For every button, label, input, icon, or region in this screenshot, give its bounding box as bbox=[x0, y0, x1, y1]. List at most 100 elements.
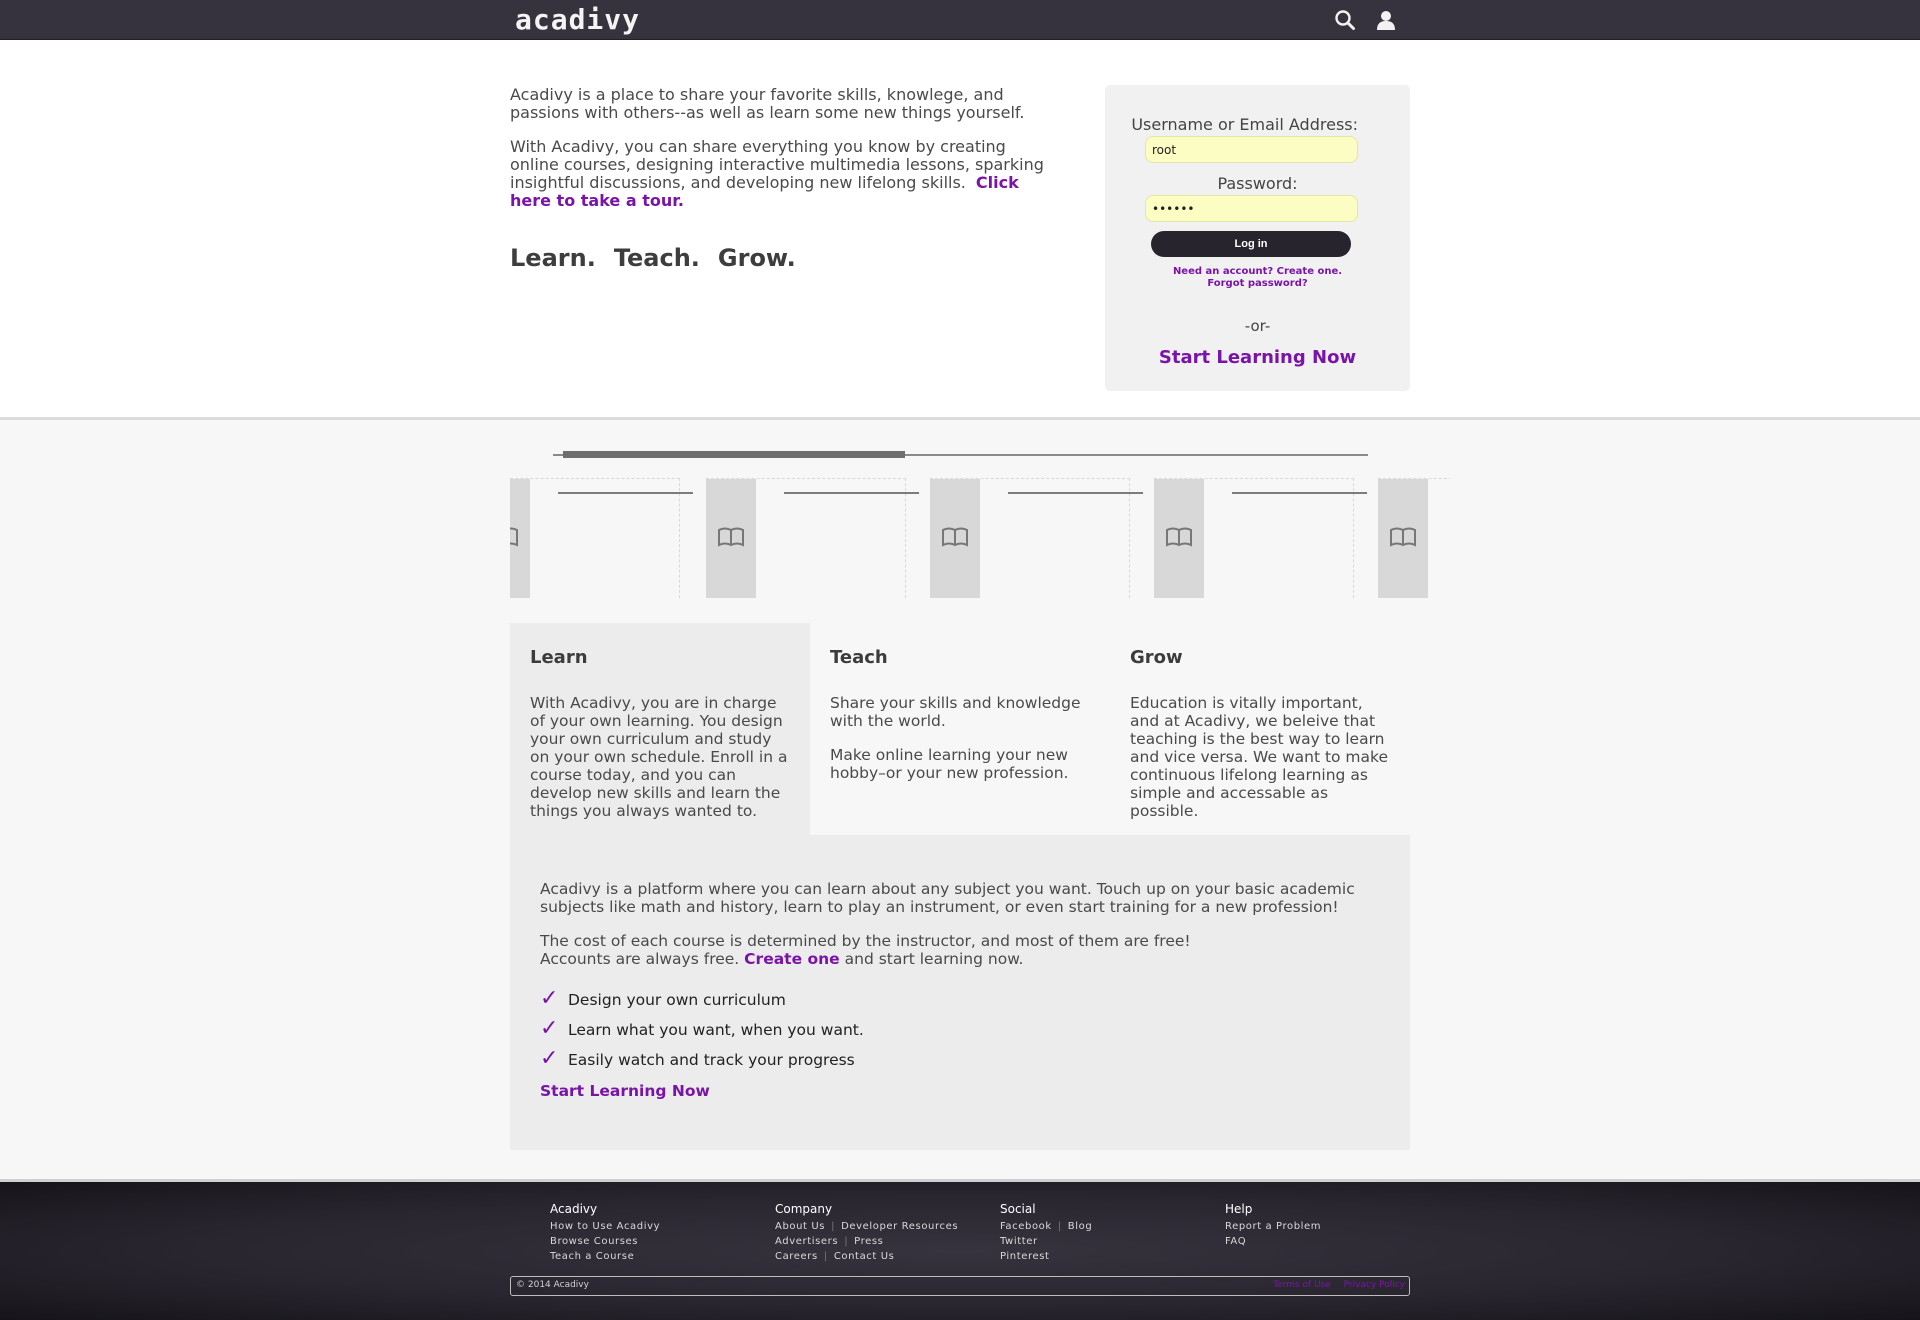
course-title-placeholder bbox=[558, 492, 693, 494]
start-learning-button[interactable]: Start Learning Now bbox=[1105, 347, 1410, 368]
footer-link-twitter[interactable]: Twitter bbox=[1000, 1236, 1038, 1247]
checkmark-icon: ✓ bbox=[540, 1016, 559, 1041]
list-item: ✓ Learn what you want, when you want. bbox=[540, 1014, 1380, 1044]
footer-separator: | bbox=[844, 1236, 849, 1247]
footer-column-company: Company About Us | Developer Resources Adv… bbox=[775, 1202, 958, 1264]
footer-heading: Acadivy bbox=[550, 1202, 598, 1216]
footer-heading: Company bbox=[775, 1202, 833, 1216]
benefit-text: Learn what you want, when you want. bbox=[568, 1021, 864, 1039]
login-panel: Username or Email Address: Password: Log… bbox=[1105, 85, 1410, 391]
course-thumbnail bbox=[1154, 479, 1204, 598]
platform-free-text: Accounts are always free. bbox=[540, 950, 740, 968]
login-button[interactable]: Log in bbox=[1151, 231, 1351, 257]
feature-grow-title: Grow bbox=[1130, 647, 1183, 668]
legal-links: Terms of Use Privacy Policy bbox=[1263, 1280, 1405, 1290]
course-card[interactable] bbox=[706, 478, 919, 598]
footer-link-advertisers[interactable]: Advertisers bbox=[775, 1236, 838, 1247]
search-icon[interactable] bbox=[1334, 9, 1356, 31]
footer-column-social: Social Facebook | Blog Twitter Pinterest bbox=[1000, 1202, 1092, 1264]
hero-section: Acadivy is a place to share your favorit… bbox=[0, 40, 1920, 420]
course-carousel bbox=[510, 478, 1450, 598]
feature-learn-title: Learn bbox=[530, 647, 588, 668]
book-icon bbox=[1389, 526, 1417, 552]
user-icon[interactable] bbox=[1375, 9, 1397, 31]
feature-teach: Teach Share your skills and knowledge wi… bbox=[810, 623, 1110, 835]
book-icon bbox=[510, 526, 519, 552]
privacy-policy-link[interactable]: Privacy Policy bbox=[1344, 1280, 1405, 1290]
course-title-placeholder bbox=[1008, 492, 1143, 494]
platform-start-text: and start learning now. bbox=[844, 950, 1024, 968]
benefit-text: Easily watch and track your progress bbox=[568, 1051, 855, 1069]
top-navbar: acadivy bbox=[0, 0, 1920, 40]
footer-separator: | bbox=[831, 1221, 836, 1232]
create-account-link[interactable]: Need an account? Create one. bbox=[1105, 266, 1410, 278]
footer-link-report-problem[interactable]: Report a Problem bbox=[1225, 1221, 1321, 1232]
footer-link-facebook[interactable]: Facebook bbox=[1000, 1221, 1052, 1232]
book-icon bbox=[1165, 526, 1193, 552]
intro-paragraph-2-text: With Acadivy, you can share everything y… bbox=[510, 137, 1044, 192]
footer-legal-bar: © 2014 Acadivy Terms of Use Privacy Poli… bbox=[510, 1276, 1410, 1296]
course-card[interactable] bbox=[1378, 478, 1450, 598]
feature-grow: Grow Education is vitally important, and… bbox=[1110, 623, 1410, 835]
intro-paragraph-1: Acadivy is a place to share your favorit… bbox=[510, 85, 1025, 122]
password-input[interactable] bbox=[1145, 195, 1358, 222]
platform-info: Acadivy is a platform where you can lear… bbox=[510, 835, 1410, 1150]
book-icon bbox=[941, 526, 969, 552]
feature-learn: Learn With Acadivy, you are in charge of… bbox=[510, 623, 810, 835]
course-thumbnail bbox=[930, 479, 980, 598]
book-icon bbox=[717, 526, 745, 552]
footer-link-blog[interactable]: Blog bbox=[1068, 1221, 1093, 1232]
footer-link-about-us[interactable]: About Us bbox=[775, 1221, 825, 1232]
footer-separator: | bbox=[823, 1251, 828, 1262]
footer-link-how-to-use[interactable]: How to Use Acadivy bbox=[550, 1221, 660, 1232]
course-thumbnail bbox=[1378, 479, 1428, 598]
start-learning-link[interactable]: Start Learning Now bbox=[540, 1082, 710, 1100]
intro-paragraph-2: With Acadivy, you can share everything y… bbox=[510, 138, 1050, 210]
footer-link-teach-course[interactable]: Teach a Course bbox=[550, 1251, 634, 1262]
tagline-learn: Learn. bbox=[510, 244, 596, 272]
feature-learn-text: With Acadivy, you are in charge of your … bbox=[530, 694, 788, 820]
site-logo[interactable]: acadivy bbox=[515, 3, 640, 36]
footer-link-faq[interactable]: FAQ bbox=[1225, 1236, 1246, 1247]
footer-link-developer-resources[interactable]: Developer Resources bbox=[841, 1221, 958, 1232]
tagline-grow: Grow. bbox=[717, 244, 796, 272]
or-divider: -or- bbox=[1244, 317, 1271, 335]
footer-column-acadivy: Acadivy How to Use Acadivy Browse Course… bbox=[550, 1202, 660, 1264]
footer-link-pinterest[interactable]: Pinterest bbox=[1000, 1251, 1050, 1262]
site-footer: Acadivy How to Use Acadivy Browse Course… bbox=[0, 1179, 1920, 1320]
tagline-teach: Teach. bbox=[613, 244, 700, 272]
platform-cost-text: The cost of each course is determined by… bbox=[540, 932, 1191, 950]
platform-paragraph-2: The cost of each course is determined by… bbox=[540, 932, 1380, 968]
footer-link-contact-us[interactable]: Contact Us bbox=[834, 1251, 895, 1262]
copyright-text: © 2014 Acadivy bbox=[516, 1280, 589, 1290]
password-label: Password: bbox=[1217, 174, 1298, 193]
list-item: ✓ Easily watch and track your progress bbox=[540, 1044, 1380, 1074]
intro-text: Acadivy is a place to share your favorit… bbox=[510, 86, 1050, 226]
feature-teach-text-1: Share your skills and knowledge with the… bbox=[830, 694, 1081, 730]
course-thumbnail bbox=[510, 479, 530, 598]
forgot-password-link[interactable]: Forgot password? bbox=[1105, 278, 1410, 290]
course-title-placeholder bbox=[1232, 492, 1367, 494]
benefit-text: Design your own curriculum bbox=[568, 991, 786, 1009]
checkmark-icon: ✓ bbox=[540, 986, 559, 1011]
footer-link-browse-courses[interactable]: Browse Courses bbox=[550, 1236, 638, 1247]
footer-separator: | bbox=[1057, 1221, 1062, 1232]
feature-teach-title: Teach bbox=[830, 647, 888, 668]
feature-teach-text-2: Make online learning your new hobby–or y… bbox=[830, 746, 1069, 782]
carousel-scroll-thumb[interactable] bbox=[563, 451, 905, 458]
footer-heading: Help bbox=[1225, 1202, 1253, 1216]
terms-of-use-link[interactable]: Terms of Use bbox=[1273, 1280, 1331, 1290]
create-account-inline-link[interactable]: Create one bbox=[744, 950, 840, 968]
course-card[interactable] bbox=[510, 478, 693, 598]
platform-paragraph-1: Acadivy is a platform where you can lear… bbox=[540, 880, 1355, 916]
course-card[interactable] bbox=[1154, 478, 1367, 598]
footer-link-careers[interactable]: Careers bbox=[775, 1251, 818, 1262]
username-input[interactable] bbox=[1145, 136, 1358, 163]
checkmark-icon: ✓ bbox=[540, 1046, 559, 1071]
footer-column-help: Help Report a Problem FAQ bbox=[1225, 1202, 1321, 1249]
benefits-list: ✓ Design your own curriculum ✓ Learn what … bbox=[540, 984, 1380, 1074]
footer-link-press[interactable]: Press bbox=[854, 1236, 883, 1247]
course-thumbnail bbox=[706, 479, 756, 598]
course-card[interactable] bbox=[930, 478, 1143, 598]
feature-grow-text: Education is vitally important, and at A… bbox=[1130, 694, 1388, 820]
